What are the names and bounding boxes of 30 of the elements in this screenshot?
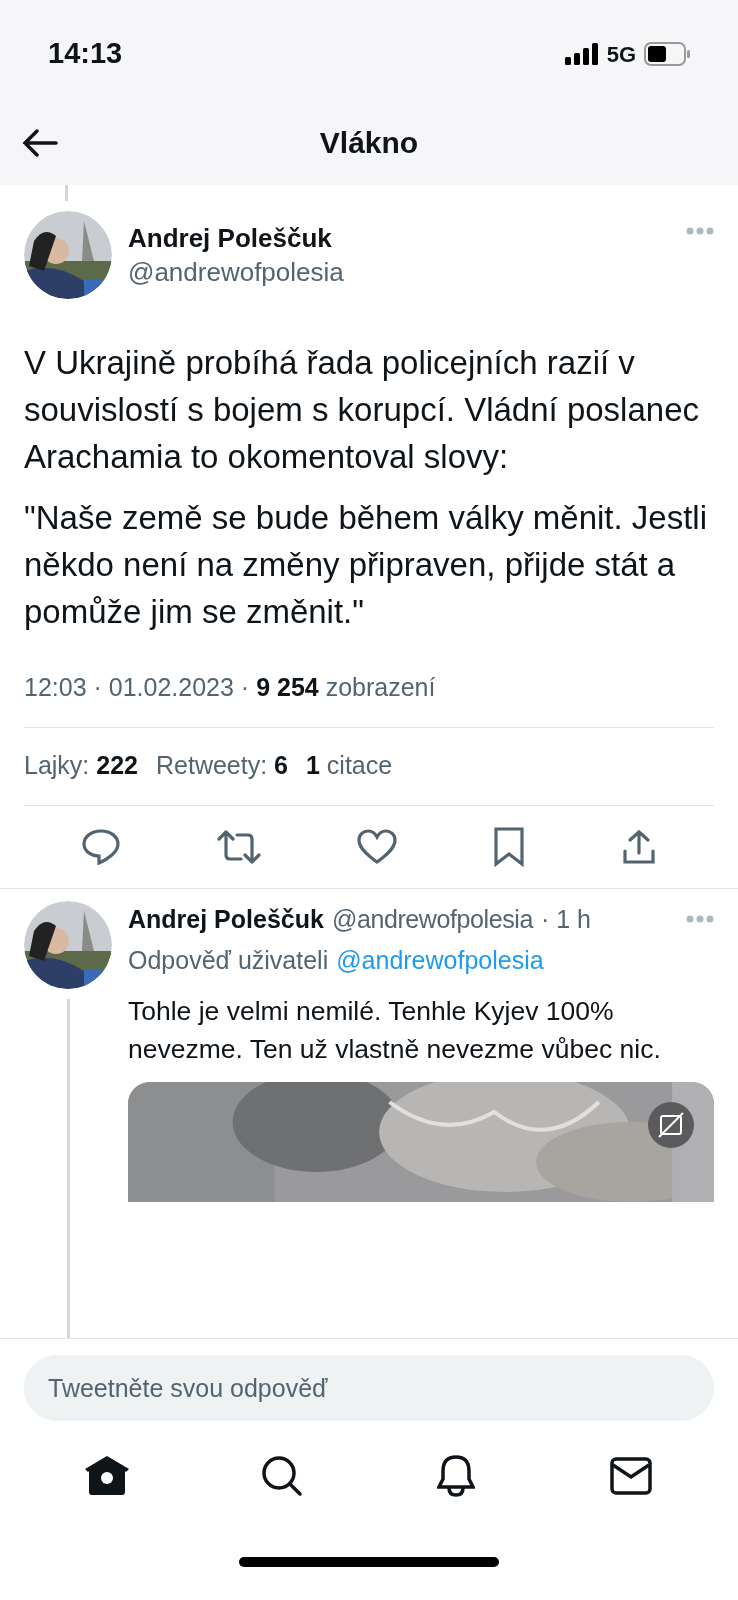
reply-icon[interactable] bbox=[82, 828, 121, 865]
reply-author-name[interactable]: Andrej Poleščuk bbox=[128, 900, 324, 938]
mail-icon[interactable] bbox=[609, 1457, 652, 1495]
battery-icon bbox=[644, 42, 690, 66]
author-handle[interactable]: @andrewofpolesia bbox=[128, 255, 670, 289]
reply-to-label: Odpověď uživateli bbox=[128, 945, 329, 976]
author-name[interactable]: Andrej Poleščuk bbox=[128, 221, 670, 255]
bell-icon[interactable] bbox=[437, 1455, 476, 1497]
search-icon[interactable] bbox=[260, 1455, 303, 1497]
engagement-stat[interactable]: Lajky: 222 bbox=[24, 747, 138, 785]
signal-icon bbox=[564, 43, 599, 65]
status-time: 14:13 bbox=[48, 36, 123, 72]
page-title: Vlákno bbox=[319, 125, 419, 161]
home-icon[interactable] bbox=[84, 1455, 131, 1497]
reply-author-handle[interactable]: @andrewofpolesia bbox=[331, 900, 533, 938]
tweet-meta: 12:03 · 01.02.2023 · 9 254 zobrazení bbox=[24, 673, 436, 701]
reply-text: Tohle je velmi nemilé. Tenhle Kyjev 100% nevezme. Ten už vlastně nevezme vůbec nic. bbox=[128, 994, 662, 1066]
retweet-icon[interactable] bbox=[216, 828, 261, 865]
tweet-paragraph: V Ukrajině probíhá řada policejních razií v souvislostí s bojem s korupcí. Vládní poslanec Arachamia to okomentoval slovy: bbox=[24, 343, 700, 477]
share-icon[interactable] bbox=[621, 828, 656, 865]
tweet-paragraph: "Naše země se bude během války měnit. Jestli někdo není na změny připraven, přijde stát a pomůže jim se změnit." bbox=[24, 498, 709, 632]
reply-time: · 1 h bbox=[540, 903, 591, 935]
network-label: 5G bbox=[606, 40, 636, 69]
captions-off-icon[interactable] bbox=[648, 1101, 694, 1148]
reply-input[interactable]: Tweetněte svou odpověď bbox=[24, 1355, 714, 1421]
engagement-stat[interactable]: Retweety: 6 bbox=[156, 747, 288, 785]
bookmark-icon[interactable] bbox=[493, 826, 526, 867]
engagement-stat[interactable]: 1 citace bbox=[306, 747, 393, 785]
heart-icon[interactable] bbox=[356, 828, 397, 865]
back-arrow-icon[interactable] bbox=[22, 128, 58, 157]
